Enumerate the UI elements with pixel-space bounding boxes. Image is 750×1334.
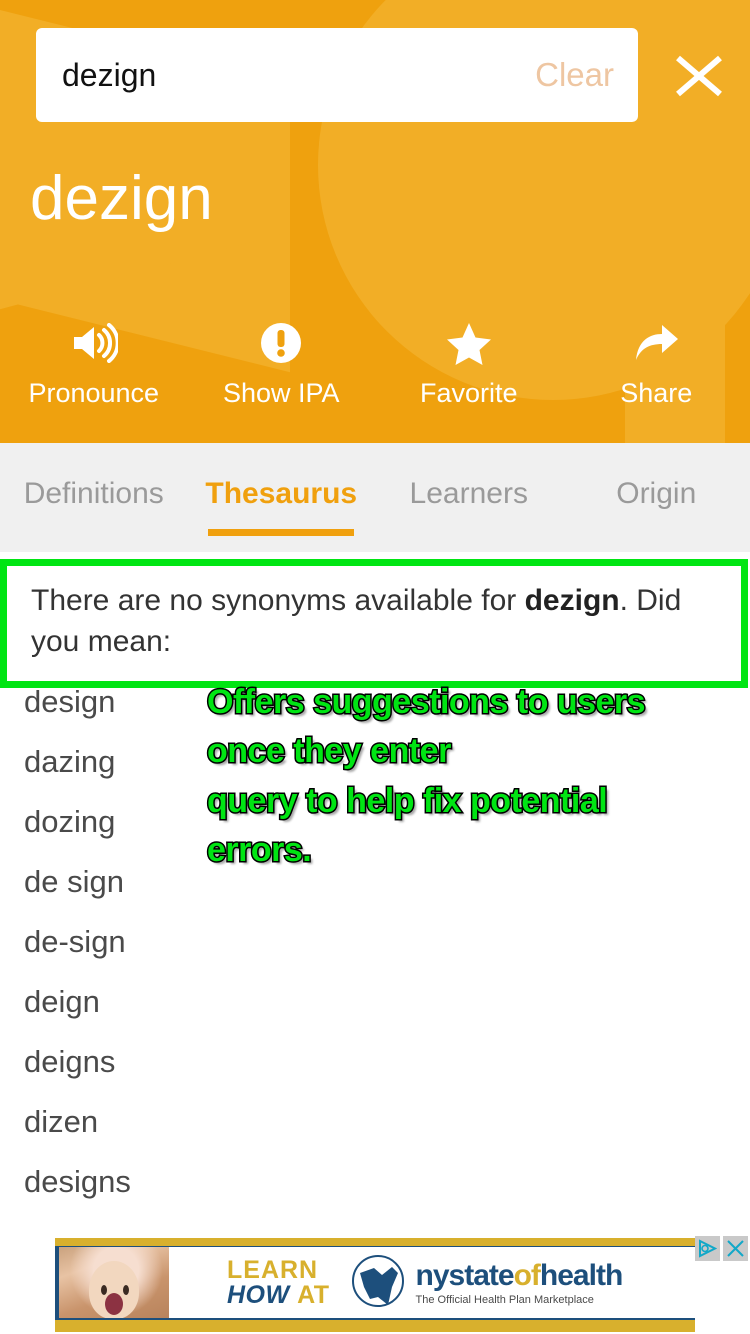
header-watermark-t-stem bbox=[625, 0, 725, 320]
clear-button[interactable]: Clear bbox=[535, 56, 614, 94]
tab-bar: Definitions Thesaurus Learners Origin bbox=[0, 443, 750, 552]
adchoices-button[interactable] bbox=[695, 1236, 720, 1261]
list-item[interactable]: designs bbox=[0, 1152, 750, 1212]
tab-label: Origin bbox=[616, 477, 697, 510]
action-favorite[interactable]: Favorite bbox=[375, 320, 563, 409]
tab-definitions[interactable]: Definitions bbox=[0, 443, 188, 518]
ad-close-icon bbox=[727, 1240, 744, 1257]
action-label: Pronounce bbox=[28, 378, 160, 408]
app-header: Clear dezign Pronounce bbox=[0, 0, 750, 443]
tab-learners[interactable]: Learners bbox=[375, 443, 563, 518]
ad-tagline: The Official Health Plan Marketplace bbox=[415, 1294, 594, 1306]
message-prefix: There are no synonyms available for bbox=[31, 584, 525, 617]
list-item[interactable]: dizen bbox=[0, 1092, 750, 1152]
tab-origin[interactable]: Origin bbox=[563, 443, 750, 518]
ad-close-button[interactable] bbox=[723, 1236, 748, 1261]
list-item[interactable]: dazing bbox=[0, 732, 750, 792]
adchoices-icon bbox=[699, 1239, 717, 1258]
tab-label: Thesaurus bbox=[205, 477, 358, 510]
action-share[interactable]: Share bbox=[563, 320, 750, 409]
list-item[interactable]: design bbox=[0, 672, 750, 732]
ad-headline-line1: LEARN bbox=[227, 1255, 319, 1284]
ad-at-text: AT bbox=[297, 1280, 330, 1309]
ad-content[interactable]: LEARN HOW AT nystateofhealth The Officia… bbox=[55, 1238, 695, 1332]
action-label: Show IPA bbox=[222, 378, 340, 408]
search-bar[interactable]: Clear bbox=[36, 28, 638, 122]
share-arrow-icon bbox=[563, 320, 750, 366]
list-item[interactable]: deigns bbox=[0, 1032, 750, 1092]
ad-card[interactable]: LEARN HOW AT nystateofhealth The Officia… bbox=[55, 1246, 695, 1320]
ad-brand-part1: nystate bbox=[415, 1259, 515, 1292]
active-tab-underline bbox=[208, 529, 355, 536]
no-synonyms-message-box: There are no synonyms available for dezi… bbox=[0, 559, 748, 688]
action-label: Favorite bbox=[419, 378, 518, 408]
search-input[interactable] bbox=[62, 56, 536, 94]
no-synonyms-message: There are no synonyms available for dezi… bbox=[31, 580, 719, 663]
tab-label: Definitions bbox=[23, 477, 164, 510]
close-x-icon bbox=[676, 55, 722, 97]
message-query-word: dezign bbox=[524, 584, 620, 617]
ad-headline-line2: HOW AT bbox=[227, 1280, 330, 1309]
header-actions: Pronounce Show IPA Favorite Share bbox=[0, 320, 750, 409]
list-item[interactable]: dozing bbox=[0, 792, 750, 852]
ad-headline: LEARN HOW AT bbox=[227, 1255, 330, 1309]
star-icon bbox=[375, 320, 563, 366]
ad-how-text: HOW bbox=[227, 1280, 290, 1309]
ad-brand-part2: of bbox=[513, 1259, 541, 1292]
list-item[interactable]: de-sign bbox=[0, 912, 750, 972]
exclamation-circle-icon bbox=[188, 320, 376, 366]
speaker-icon bbox=[0, 320, 188, 366]
list-item[interactable]: deign bbox=[0, 972, 750, 1032]
ad-brand-part3: health bbox=[539, 1259, 623, 1292]
ad-brand-name: nystateofhealth bbox=[415, 1259, 624, 1293]
page-title: dezign bbox=[30, 164, 213, 233]
action-label: Share bbox=[620, 378, 693, 408]
ad-photo bbox=[59, 1247, 169, 1318]
suggestions-list: design dazing dozing de sign de-sign dei… bbox=[0, 672, 750, 1232]
ad-controls bbox=[692, 1236, 748, 1261]
action-show-ipa[interactable]: Show IPA bbox=[188, 320, 376, 409]
action-pronounce[interactable]: Pronounce bbox=[0, 320, 188, 409]
ad-logo: nystateofhealth The Official Health Plan… bbox=[348, 1253, 623, 1313]
list-item[interactable]: de sign bbox=[0, 852, 750, 912]
ad-banner[interactable]: LEARN HOW AT nystateofhealth The Officia… bbox=[0, 1234, 750, 1334]
tab-thesaurus[interactable]: Thesaurus bbox=[188, 443, 376, 536]
ad-brand: nystateofhealth The Official Health Plan… bbox=[415, 1259, 624, 1306]
header-watermark-t-bar-lower bbox=[487, 140, 750, 200]
close-search-button[interactable] bbox=[670, 52, 728, 100]
ny-state-icon bbox=[348, 1253, 414, 1313]
tab-label: Learners bbox=[409, 477, 528, 510]
